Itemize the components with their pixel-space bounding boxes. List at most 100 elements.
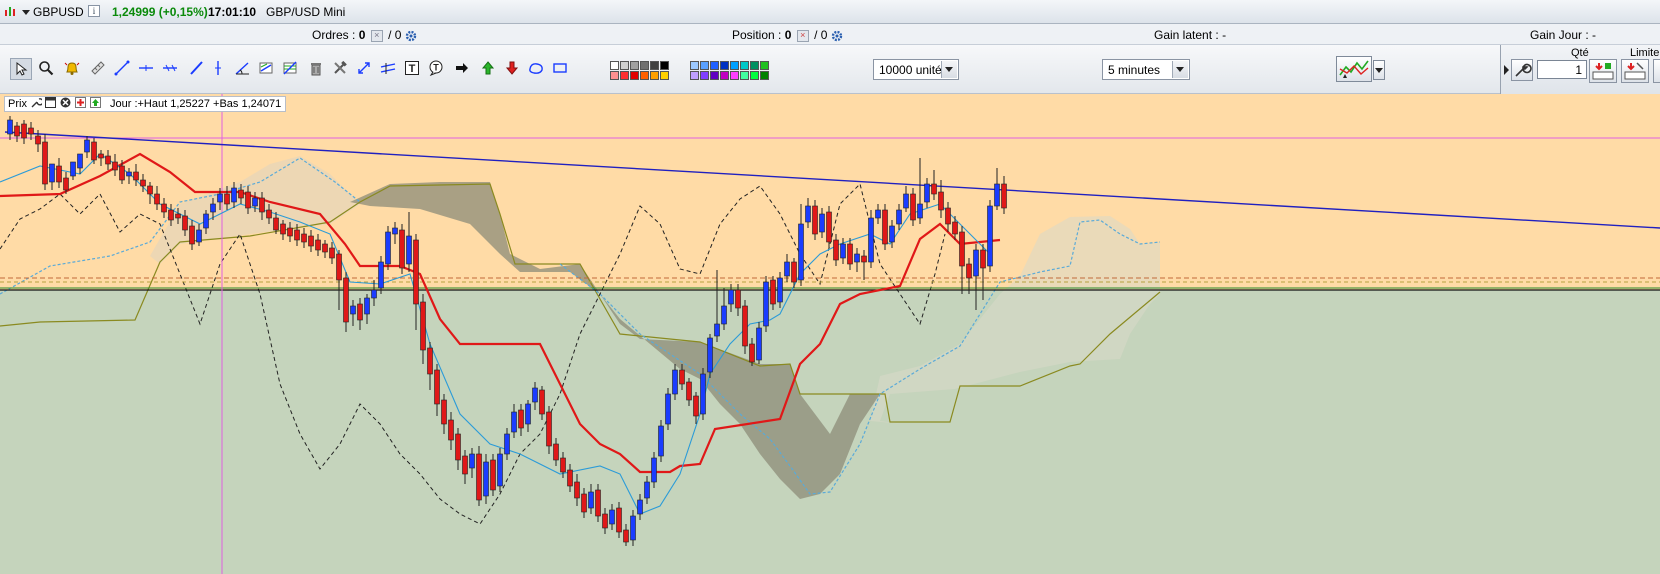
panel-up-arrow-icon[interactable] bbox=[90, 97, 101, 108]
bullish-candle bbox=[406, 235, 412, 265]
indicators-dropdown[interactable] bbox=[1373, 60, 1385, 80]
callout-text-tool[interactable]: T bbox=[426, 58, 448, 80]
delete-drawings-tool[interactable] bbox=[306, 58, 328, 80]
bearish-candle bbox=[826, 211, 832, 243]
pointer-tool[interactable] bbox=[10, 58, 32, 80]
color-swatch[interactable] bbox=[620, 71, 629, 80]
orders-settings-gear-icon[interactable] bbox=[405, 30, 417, 42]
limit-buy-icon bbox=[1624, 62, 1646, 80]
price-chart[interactable]: Prix Jour :+Haut 1,25227 +Bas 1,24071 bbox=[0, 94, 1660, 574]
tools-settings[interactable] bbox=[330, 58, 352, 80]
cancel-orders-icon[interactable]: × bbox=[370, 29, 383, 42]
color-swatch[interactable] bbox=[630, 71, 639, 80]
horizontal-segment-icon bbox=[163, 64, 177, 72]
bearish-candle bbox=[294, 229, 300, 241]
text-tool[interactable]: T bbox=[402, 58, 424, 80]
ray-tool[interactable] bbox=[186, 58, 208, 80]
color-swatch[interactable] bbox=[710, 71, 719, 80]
bearish-candle bbox=[553, 443, 559, 461]
bearish-candle bbox=[686, 381, 692, 401]
gain-latent-value: - bbox=[1222, 28, 1227, 42]
color-swatch[interactable] bbox=[700, 71, 709, 80]
color-swatch[interactable] bbox=[660, 61, 669, 70]
zoom-tool[interactable] bbox=[36, 58, 58, 80]
horizontal-line-tool[interactable] bbox=[136, 58, 158, 80]
chart-canvas[interactable] bbox=[0, 94, 1660, 574]
color-swatch[interactable] bbox=[710, 61, 719, 70]
position-count: 0 bbox=[784, 28, 792, 42]
color-swatch[interactable] bbox=[650, 61, 659, 70]
indicators-button[interactable] bbox=[1336, 56, 1372, 82]
qty-input-value: 1 bbox=[1575, 63, 1582, 77]
color-swatch[interactable] bbox=[610, 71, 619, 80]
quantity-select[interactable]: 10000 unités bbox=[873, 59, 959, 80]
color-swatch[interactable] bbox=[610, 61, 619, 70]
color-swatch[interactable] bbox=[660, 71, 669, 80]
color-swatch[interactable] bbox=[750, 61, 759, 70]
panel-maximize-icon[interactable] bbox=[45, 97, 56, 108]
more-order-buttons[interactable] bbox=[1653, 59, 1660, 83]
rectangle-icon bbox=[553, 63, 567, 73]
info-icon[interactable]: i bbox=[88, 5, 100, 17]
color-swatch[interactable] bbox=[690, 61, 699, 70]
color-swatch[interactable] bbox=[740, 61, 749, 70]
angle-tool[interactable] bbox=[232, 58, 254, 80]
arrow-down-tool[interactable] bbox=[502, 58, 524, 80]
bearish-candle bbox=[154, 193, 160, 205]
gain-jour-label: Gain Jour : bbox=[1530, 28, 1589, 42]
color-swatch[interactable] bbox=[700, 61, 709, 70]
fibonacci-tool[interactable] bbox=[280, 58, 302, 80]
ruler-tool[interactable] bbox=[88, 58, 110, 80]
position-settings-gear-icon[interactable] bbox=[831, 30, 843, 42]
instrument-dropdown-icon[interactable] bbox=[22, 10, 30, 15]
color-swatch[interactable] bbox=[720, 71, 729, 80]
price-panel-label: Prix bbox=[8, 98, 27, 110]
bearish-candle bbox=[539, 389, 545, 415]
color-swatch[interactable] bbox=[620, 61, 629, 70]
limit-buy-button[interactable] bbox=[1621, 59, 1649, 83]
collapse-panel-icon[interactable] bbox=[1504, 65, 1509, 75]
rectangle-tool[interactable] bbox=[550, 58, 572, 80]
color-swatch[interactable] bbox=[730, 71, 739, 80]
bearish-candle bbox=[140, 179, 146, 187]
panel-close-icon[interactable] bbox=[60, 97, 71, 108]
timeframe-select[interactable]: 5 minutes bbox=[1102, 59, 1190, 80]
horizontal-segment-tool[interactable] bbox=[160, 58, 182, 80]
bearish-candle bbox=[14, 125, 20, 137]
channel-tool[interactable] bbox=[256, 58, 278, 80]
ellipse-tool[interactable] bbox=[526, 58, 548, 80]
bearish-candle bbox=[399, 229, 405, 269]
color-swatch[interactable] bbox=[690, 71, 699, 80]
color-swatch[interactable] bbox=[730, 61, 739, 70]
bearish-candle bbox=[105, 155, 111, 165]
bullish-candle bbox=[350, 305, 356, 315]
limit-sell-button[interactable] bbox=[1589, 59, 1617, 83]
quantity-dropdown-icon[interactable] bbox=[941, 61, 957, 78]
color-swatch[interactable] bbox=[740, 71, 749, 80]
color-swatch[interactable] bbox=[650, 71, 659, 80]
color-swatch[interactable] bbox=[640, 71, 649, 80]
arrow-up-tool[interactable] bbox=[478, 58, 500, 80]
instrument-symbol[interactable]: GBPUSD bbox=[33, 5, 84, 19]
order-settings-button[interactable] bbox=[1511, 59, 1533, 81]
color-swatch[interactable] bbox=[720, 61, 729, 70]
qty-input[interactable]: 1 bbox=[1537, 60, 1587, 79]
close-position-icon[interactable]: × bbox=[796, 29, 809, 42]
resize-tool[interactable] bbox=[354, 58, 376, 80]
color-swatch[interactable] bbox=[760, 71, 769, 80]
panel-settings-wrench-icon[interactable] bbox=[31, 97, 42, 108]
color-swatch[interactable] bbox=[640, 61, 649, 70]
color-swatch[interactable] bbox=[760, 61, 769, 70]
ray-icon bbox=[190, 61, 203, 75]
timeframe-dropdown-icon[interactable] bbox=[1172, 61, 1188, 78]
orders-total: / 0 bbox=[388, 28, 402, 42]
vertical-line-tool[interactable] bbox=[208, 58, 230, 80]
add-indicator-icon[interactable] bbox=[75, 97, 86, 108]
color-swatch[interactable] bbox=[630, 61, 639, 70]
color-swatch[interactable] bbox=[750, 71, 759, 80]
alert-tool[interactable] bbox=[62, 58, 84, 80]
bullish-candle bbox=[658, 425, 664, 457]
trendline-tool[interactable] bbox=[112, 58, 134, 80]
parallel-lines-tool[interactable] bbox=[378, 58, 400, 80]
arrow-right-tool[interactable] bbox=[452, 58, 474, 80]
